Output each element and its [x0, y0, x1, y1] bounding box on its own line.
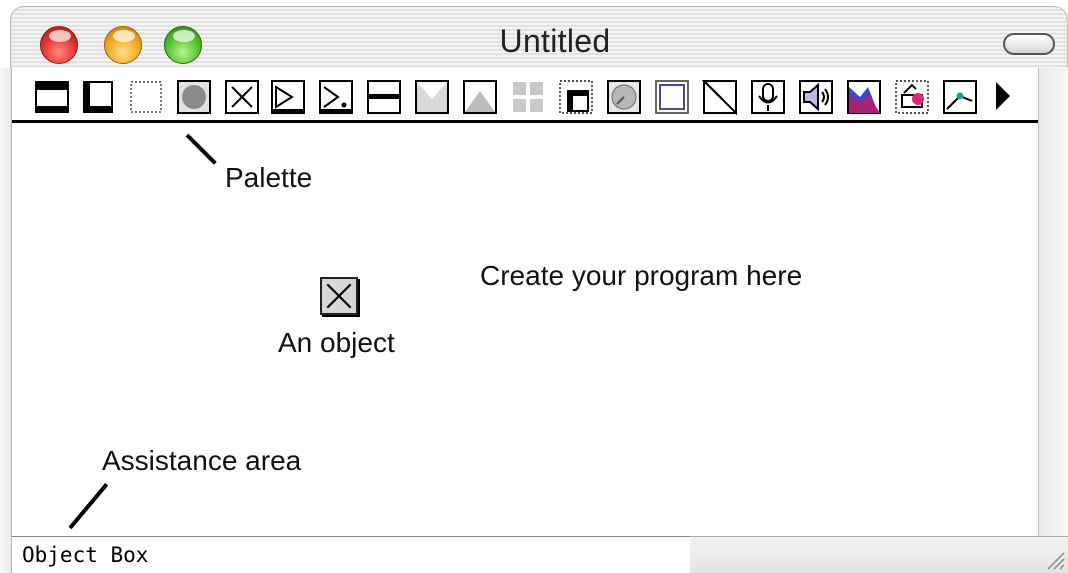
palette [12, 68, 1038, 123]
app-window: Untitled Palette Create your program her… [0, 0, 1068, 573]
shadow-box-tool-icon[interactable] [558, 79, 594, 115]
pen-tool-icon[interactable] [942, 79, 978, 115]
create-hint-label: Create your program here [480, 260, 803, 291]
object-box[interactable]: Object Box [12, 536, 690, 573]
status-bar [690, 536, 1068, 573]
object-box-label: Object Box [22, 543, 149, 567]
toolbar-toggle-button[interactable] [1003, 33, 1055, 55]
window-right-edge [1038, 68, 1068, 536]
window-frame-tool-icon[interactable] [654, 79, 690, 115]
chart-tool-icon[interactable] [702, 79, 738, 115]
popup-pointer-tool-icon[interactable] [318, 79, 354, 115]
window-title: Untitled [499, 23, 611, 59]
sprite-tool-icon[interactable] [894, 79, 930, 115]
resize-grip-icon[interactable] [1042, 547, 1066, 571]
microphone-tool-icon[interactable] [750, 79, 786, 115]
rectangle-tool-icon[interactable] [128, 79, 164, 115]
object-icon[interactable] [320, 277, 358, 315]
checkbox-tool-icon[interactable] [224, 79, 260, 115]
dial-tool-icon[interactable] [606, 79, 642, 115]
popup-tool-icon[interactable] [270, 79, 306, 115]
object-label: An object [278, 327, 395, 358]
speaker-tool-icon[interactable] [798, 79, 834, 115]
text-frame-tool-icon[interactable] [34, 79, 70, 115]
button-tool-icon[interactable] [176, 79, 212, 115]
assistance-area-label: Assistance area [102, 445, 302, 476]
triangle-down-tool-icon[interactable] [414, 79, 450, 115]
triangle-up-tool-icon[interactable] [462, 79, 498, 115]
palette-label: Palette [225, 162, 313, 193]
triangle-right-icon[interactable] [996, 82, 1010, 110]
window-left-edge [0, 68, 12, 573]
grid-tool-icon[interactable] [510, 79, 546, 115]
graph-tool-icon[interactable] [846, 79, 882, 115]
title-bar[interactable]: Untitled [10, 6, 1068, 68]
text-tool-icon[interactable] [80, 79, 116, 115]
line-tool-icon[interactable] [366, 79, 402, 115]
